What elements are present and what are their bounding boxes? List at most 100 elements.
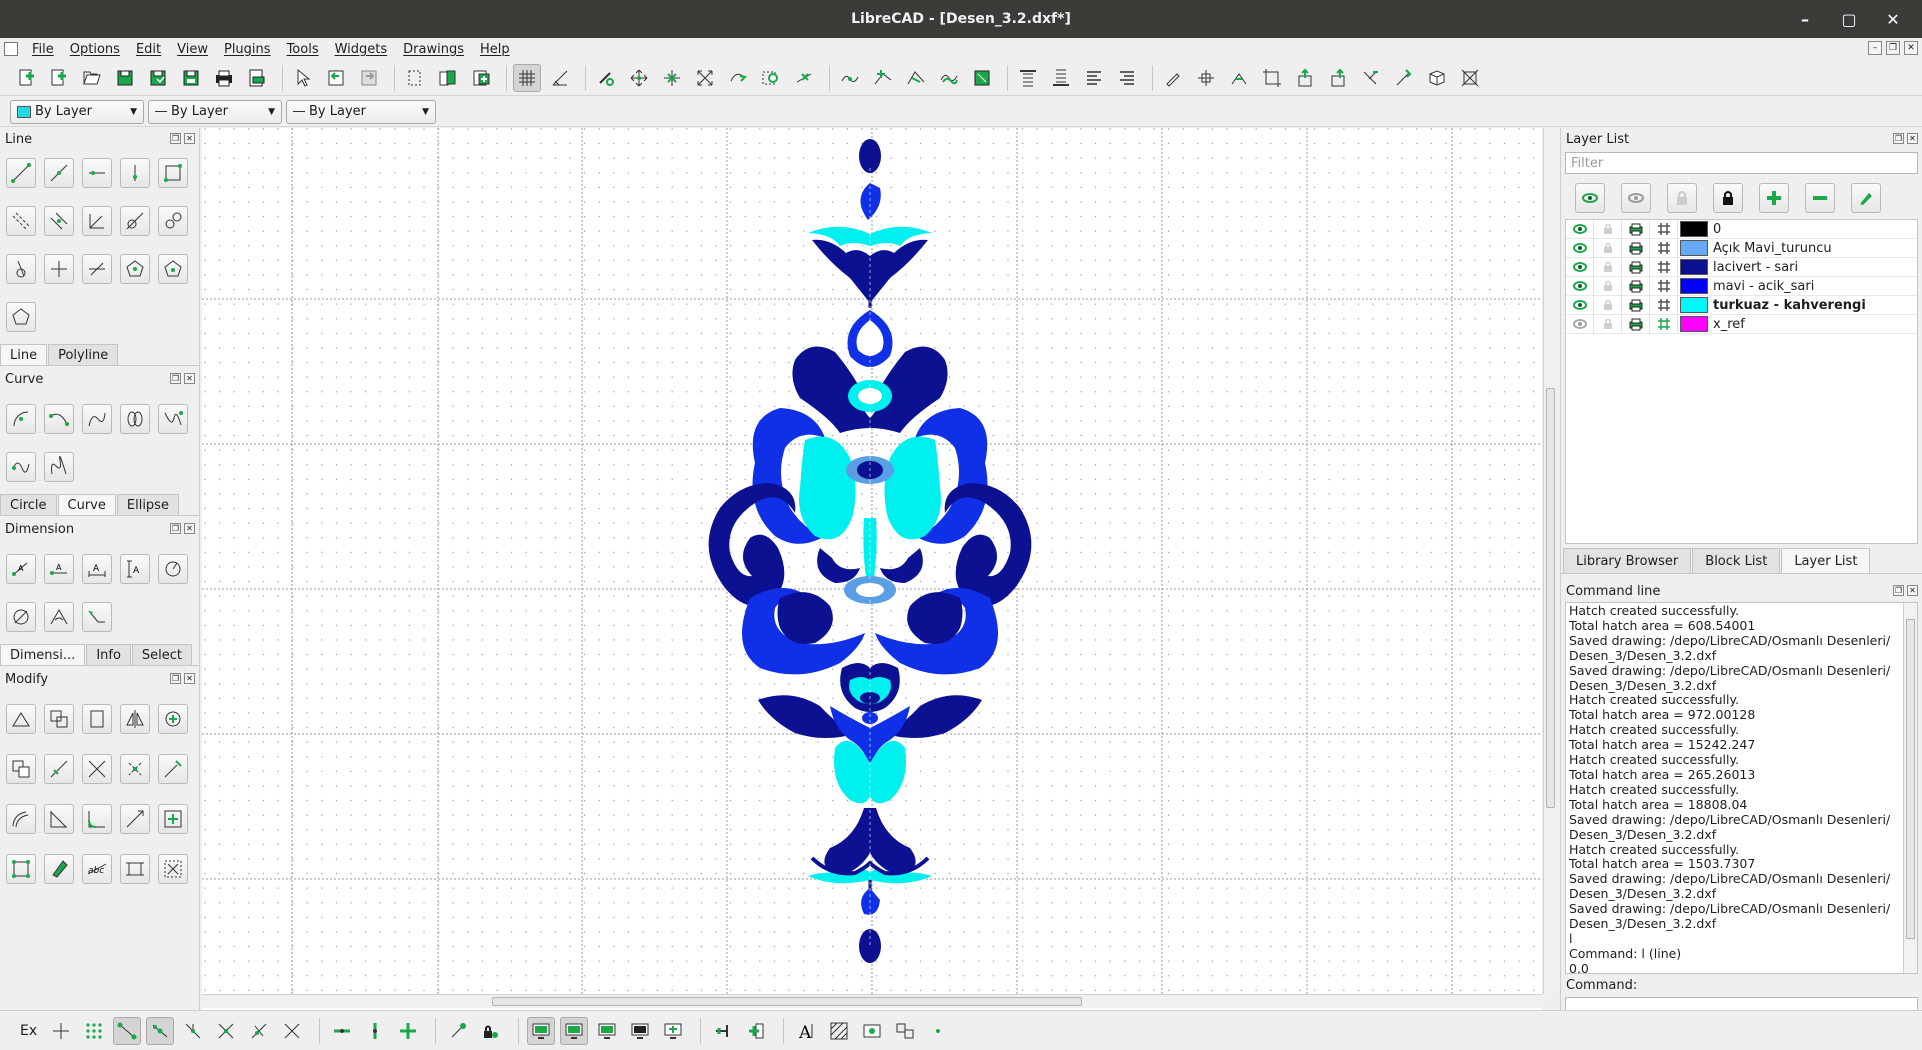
modify-offset-icon[interactable] <box>6 804 36 834</box>
view-draft-icon[interactable] <box>560 1016 589 1045</box>
undo-icon[interactable] <box>322 64 350 92</box>
copy-icon[interactable] <box>434 64 462 92</box>
spline-points-icon[interactable] <box>158 404 188 434</box>
panel-float-icon[interactable]: ❐ <box>1893 133 1904 144</box>
menu-file[interactable]: File <box>24 42 62 57</box>
zoom-window-icon[interactable] <box>757 64 785 92</box>
layer-lock-icon[interactable] <box>1594 257 1622 277</box>
layer-print-icon[interactable] <box>1622 257 1650 277</box>
snap-exclusive-label[interactable]: Ex <box>20 1023 37 1039</box>
dim-radial-icon[interactable] <box>158 554 188 584</box>
snap-endpoint-icon[interactable] <box>902 64 930 92</box>
layer-visible-icon[interactable] <box>1566 295 1594 315</box>
layer-print-icon[interactable] <box>1622 276 1650 296</box>
modify-properties-icon[interactable] <box>6 854 36 884</box>
layer-print-icon[interactable] <box>1622 314 1650 334</box>
mdi-close-icon[interactable]: ✕ <box>1904 41 1918 55</box>
restrict-orthogonal-icon[interactable] <box>394 1017 422 1045</box>
arc-center-icon[interactable] <box>6 404 36 434</box>
insert-block-icon[interactable] <box>709 1017 737 1045</box>
dim-aligned-icon[interactable]: A <box>6 554 36 584</box>
snap-free-icon[interactable] <box>836 64 864 92</box>
modify-divide-icon[interactable] <box>120 804 150 834</box>
layer-print-icon[interactable] <box>1622 238 1650 258</box>
arc-tangential-icon[interactable] <box>82 404 112 434</box>
layer-lock-icon[interactable] <box>1594 238 1622 258</box>
unlock-all-layers-icon[interactable] <box>1667 183 1697 213</box>
menu-tools[interactable]: Tools <box>279 42 327 57</box>
dim-horizontal-icon[interactable]: A <box>82 554 112 584</box>
freehand-line-icon[interactable] <box>44 452 74 482</box>
layer-row[interactable]: turkuaz - kahverengi <box>1566 295 1917 315</box>
print-icon[interactable] <box>210 64 238 92</box>
paste-icon[interactable] <box>467 64 495 92</box>
modify-bevel-icon[interactable] <box>6 754 36 784</box>
layer-lock-icon[interactable] <box>1594 219 1622 239</box>
snap-distance-icon[interactable] <box>245 1017 273 1045</box>
command-history[interactable]: Hatch created successfully. Total hatch a… <box>1565 602 1918 974</box>
view-monitor-icon[interactable] <box>626 1017 654 1045</box>
panel-close-icon[interactable]: ✕ <box>184 523 195 534</box>
crosshair-tool-icon[interactable] <box>1192 64 1220 92</box>
panel-close-icon[interactable]: ✕ <box>1907 585 1918 596</box>
tab-library-browser[interactable]: Library Browser <box>1563 548 1692 573</box>
select-pointer-icon[interactable] <box>289 64 317 92</box>
layer-construction-icon[interactable] <box>1650 276 1678 296</box>
redo-icon[interactable] <box>355 64 383 92</box>
point-tool-icon[interactable] <box>924 1017 952 1045</box>
layer-print-icon[interactable] <box>1622 295 1650 315</box>
relative-zero-icon[interactable] <box>444 1017 472 1045</box>
layer-construction-icon[interactable] <box>1650 238 1678 258</box>
view-print-preview-icon[interactable] <box>593 1017 621 1045</box>
zoom-pan-icon[interactable] <box>625 64 653 92</box>
dim-vertical-icon[interactable]: A <box>120 554 150 584</box>
mdi-restore-icon[interactable]: ❐ <box>1886 41 1900 55</box>
line-rectangle-icon[interactable] <box>158 158 188 188</box>
linewidth-combo[interactable]: By Layer ▼ <box>286 99 436 124</box>
layer-visible-icon[interactable] <box>1566 257 1594 277</box>
snap-endpoint-icon[interactable] <box>113 1016 142 1045</box>
tab-curve[interactable]: Curve <box>57 494 116 515</box>
modify-copy-icon[interactable] <box>44 704 74 734</box>
layer-filter-input[interactable]: Filter <box>1565 152 1918 174</box>
line-2points-icon[interactable] <box>6 158 36 188</box>
snap-on-entity-icon[interactable] <box>146 1016 175 1045</box>
dim-angular-icon[interactable] <box>44 602 74 632</box>
dim-leader-icon[interactable] <box>82 602 112 632</box>
align-right-icon[interactable] <box>1113 64 1141 92</box>
color-combo[interactable]: By Layer ▼ <box>10 99 144 124</box>
panel-close-icon[interactable]: ✕ <box>184 133 195 144</box>
line-polygon-icon[interactable] <box>6 302 36 332</box>
layer-row[interactable]: lacivert - sari <box>1566 257 1917 277</box>
save-all-icon[interactable] <box>177 64 205 92</box>
dim-linear-icon[interactable]: A <box>44 554 74 584</box>
canvas-vertical-scrollbar[interactable] <box>1543 128 1557 994</box>
zoom-previous-icon[interactable] <box>724 64 752 92</box>
align-left-icon[interactable] <box>1080 64 1108 92</box>
mdi-minimize-icon[interactable]: – <box>1868 41 1882 55</box>
modify-mirror-icon[interactable] <box>120 704 150 734</box>
panel-float-icon[interactable]: ❐ <box>170 133 181 144</box>
menu-options[interactable]: Options <box>62 42 128 57</box>
menu-widgets[interactable]: Widgets <box>327 42 396 57</box>
minimize-icon[interactable]: – <box>1798 10 1812 29</box>
scroll-thumb[interactable] <box>1546 388 1555 808</box>
linetype-combo[interactable]: By Layer ▼ <box>148 99 282 124</box>
image-tool-icon[interactable] <box>858 1017 886 1045</box>
layer-row[interactable]: mavi - acik_sari <box>1566 276 1917 296</box>
line-angle-icon[interactable] <box>44 158 74 188</box>
create-block-icon[interactable] <box>742 1017 770 1045</box>
snap-grid-icon[interactable] <box>80 1017 108 1045</box>
explode-icon[interactable] <box>1390 64 1418 92</box>
layer-lock-icon[interactable] <box>1594 276 1622 296</box>
view-fullscreen-icon[interactable] <box>659 1017 687 1045</box>
restrict-vertical-icon[interactable] <box>361 1017 389 1045</box>
layer-visible-icon[interactable] <box>1566 276 1594 296</box>
modify-move-icon[interactable] <box>6 704 36 734</box>
save-as-icon[interactable] <box>144 64 172 92</box>
attributes-icon[interactable] <box>1456 64 1484 92</box>
drawing-canvas[interactable] <box>202 128 1542 1010</box>
layer-row[interactable]: x_ref <box>1566 314 1917 334</box>
layer-visible-icon[interactable] <box>1566 219 1594 239</box>
close-icon[interactable]: ✕ <box>1886 10 1900 29</box>
